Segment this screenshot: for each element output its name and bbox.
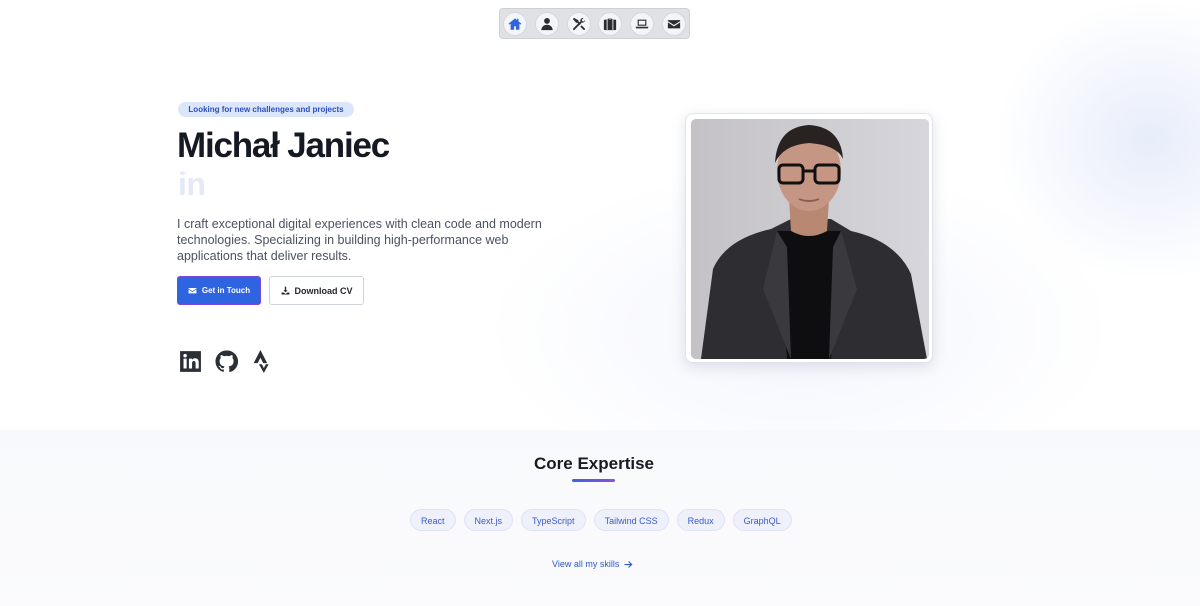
linkedin-link[interactable]	[178, 349, 203, 374]
briefcase-icon	[604, 18, 617, 30]
skill-chip: GraphQL	[732, 509, 792, 531]
portrait-illustration	[691, 119, 929, 359]
profile-photo	[691, 119, 929, 359]
download-cv-button[interactable]: Download CV	[269, 276, 364, 305]
github-link[interactable]	[214, 349, 239, 374]
get-in-touch-label: Get in Touch	[201, 286, 251, 295]
profile-photo-frame	[685, 113, 933, 363]
strava-link[interactable]	[250, 349, 275, 374]
view-all-skills-label: View all my skills	[552, 559, 620, 569]
user-icon	[541, 17, 553, 30]
core-expertise-title: Core Expertise	[534, 454, 654, 473]
download-cv-label: Download CV	[294, 285, 353, 296]
top-nav	[499, 8, 690, 39]
skill-chips: React Next.js TypeScript Tailwind CSS Re…	[410, 509, 792, 531]
envelope-icon	[188, 287, 197, 294]
hero-intro: I craft exceptional digital experiences …	[177, 217, 542, 263]
skill-chip: Next.js	[463, 509, 514, 531]
nav-about-button[interactable]	[535, 12, 558, 35]
skill-chip: React	[410, 509, 456, 531]
strava-icon	[253, 350, 269, 373]
home-icon	[508, 17, 522, 30]
envelope-icon	[667, 19, 681, 28]
skill-chip: Tailwind CSS	[593, 509, 669, 531]
skill-chip: Redux	[676, 509, 725, 531]
get-in-touch-button[interactable]: Get in Touch	[177, 276, 261, 305]
nav-projects-button[interactable]	[631, 12, 654, 35]
typed-role-text: in	[178, 166, 206, 202]
nav-experience-button[interactable]	[599, 12, 622, 35]
nav-home-button[interactable]	[504, 12, 526, 35]
hero-name: Michał Janiec	[177, 126, 390, 165]
tools-icon	[572, 17, 585, 30]
github-icon	[215, 350, 239, 373]
view-all-skills-link[interactable]: View all my skills	[552, 559, 633, 569]
linkedin-icon	[180, 351, 201, 372]
laptop-icon	[635, 19, 649, 28]
social-links	[178, 349, 275, 374]
download-icon	[281, 286, 289, 295]
availability-badge: Looking for new challenges and projects	[178, 102, 354, 117]
title-underline	[572, 479, 615, 482]
skill-chip: TypeScript	[521, 509, 586, 531]
arrow-right-icon	[624, 560, 633, 568]
nav-skills-button[interactable]	[567, 12, 590, 35]
nav-contact-button[interactable]	[662, 12, 685, 35]
